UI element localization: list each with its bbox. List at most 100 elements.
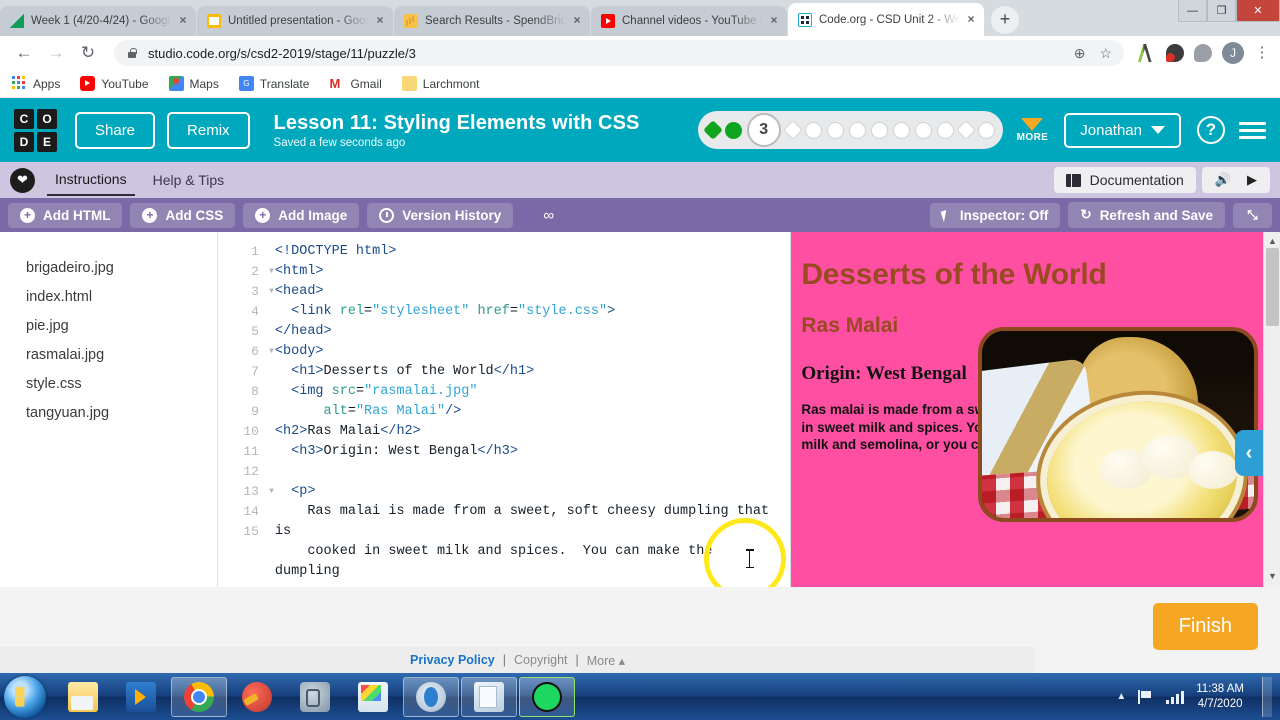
- browser-tab-2[interactable]: Search Results - SpendBridg ×: [394, 6, 590, 36]
- browser-tab-1[interactable]: Untitled presentation - Goog ×: [197, 6, 393, 36]
- tab-close-button[interactable]: ×: [964, 12, 978, 27]
- file-item-pie[interactable]: pie.jpg: [26, 312, 217, 341]
- taskbar-item-windows-explorer[interactable]: [55, 677, 111, 717]
- progress-bubble[interactable]: [826, 121, 844, 139]
- scroll-down-icon[interactable]: ▼: [1268, 571, 1277, 581]
- close-window-button[interactable]: ✕: [1236, 0, 1280, 22]
- tab-close-button[interactable]: ×: [176, 14, 190, 28]
- browser-tab-4-active[interactable]: Code.org - CSD Unit 2 - Web ×: [788, 3, 984, 36]
- file-item-index[interactable]: index.html: [26, 283, 217, 312]
- file-item-tangyuan[interactable]: tangyuan.jpg: [26, 399, 217, 428]
- fold-arrow-icon[interactable]: ▼: [269, 262, 274, 282]
- remix-button[interactable]: Remix: [167, 111, 250, 149]
- signal-bars-icon[interactable]: [1166, 690, 1185, 704]
- bookmark-translate[interactable]: G Translate: [238, 76, 309, 91]
- progress-bubble[interactable]: [870, 121, 888, 139]
- taskbar-item-paint[interactable]: [345, 677, 401, 717]
- collapse-preview-tab[interactable]: ‹: [1235, 430, 1263, 476]
- hamburger-menu-icon[interactable]: [1239, 121, 1266, 139]
- taskbar-item-spotify[interactable]: [519, 676, 575, 717]
- tab-close-button[interactable]: ×: [767, 14, 781, 28]
- share-button[interactable]: Share: [75, 111, 156, 149]
- fullscreen-button[interactable]: ⤡: [1233, 202, 1272, 228]
- progress-bubble-current[interactable]: 3: [746, 113, 781, 147]
- file-item-style[interactable]: style.css: [26, 370, 217, 399]
- copyright-link[interactable]: Copyright: [514, 653, 568, 667]
- inspector-button[interactable]: Inspector: Off: [929, 202, 1061, 228]
- bookmark-gmail[interactable]: M Gmail: [329, 76, 381, 91]
- privacy-policy-link[interactable]: Privacy Policy: [410, 653, 495, 667]
- taskbar-item-sound-device[interactable]: [287, 677, 343, 717]
- network-flag-icon[interactable]: [1138, 689, 1154, 704]
- bookmark-youtube[interactable]: YouTube: [80, 76, 149, 91]
- fold-arrow-icon[interactable]: ▼: [269, 482, 274, 502]
- bookmark-star-icon[interactable]: ☆: [1099, 45, 1112, 62]
- extension-b-icon[interactable]: [1166, 44, 1184, 62]
- fold-arrow-icon[interactable]: ▼: [269, 342, 274, 362]
- scroll-up-icon[interactable]: ▲: [1268, 236, 1277, 246]
- add-css-button[interactable]: + Add CSS: [130, 202, 236, 228]
- progress-bubble[interactable]: [936, 121, 954, 139]
- code-text[interactable]: <!DOCTYPE html> <html> <head> <link rel=…: [265, 232, 790, 587]
- more-link[interactable]: More ▴: [587, 653, 625, 668]
- collapse-toggle-icon[interactable]: ❤: [10, 167, 35, 193]
- minimize-button[interactable]: —: [1178, 0, 1207, 22]
- taskbar-clock[interactable]: 11:38 AM 4/7/2020: [1196, 682, 1244, 712]
- progress-bubble[interactable]: [892, 121, 910, 139]
- tab-instructions[interactable]: Instructions: [47, 164, 135, 196]
- bookmark-maps[interactable]: Maps: [168, 76, 219, 91]
- progress-bubble[interactable]: [848, 121, 866, 139]
- progress-bubble[interactable]: [977, 121, 995, 139]
- add-html-button[interactable]: + Add HTML: [8, 202, 123, 228]
- scrollbar-thumb[interactable]: [1266, 248, 1279, 326]
- tab-help-and-tips[interactable]: Help & Tips: [145, 165, 233, 195]
- fold-arrow-icon[interactable]: ▼: [269, 282, 274, 302]
- zoom-icon[interactable]: ⊕: [1074, 45, 1086, 62]
- start-button-icon[interactable]: [4, 675, 46, 718]
- version-history-button[interactable]: Version History: [367, 202, 514, 228]
- user-menu-button[interactable]: Jonathan: [1064, 112, 1181, 148]
- progress-bubble[interactable]: [955, 120, 976, 140]
- add-image-button[interactable]: + Add Image: [243, 202, 360, 228]
- speaker-icon[interactable]: 🔊: [1215, 172, 1231, 188]
- code-editor[interactable]: 1 2 ▼ 3 ▼ 4 5 6 ▼ 7 8 9 10 11 12 13 ▼ 14 15 …: [217, 232, 791, 587]
- more-levels-button[interactable]: MORE: [1017, 117, 1049, 143]
- progress-bubble[interactable]: [914, 121, 932, 139]
- codeorg-logo[interactable]: C O D E: [14, 108, 57, 152]
- show-hidden-icons[interactable]: ▲: [1116, 691, 1126, 702]
- address-bar[interactable]: studio.code.org/s/csd2-2019/stage/11/puz…: [114, 40, 1124, 66]
- reload-icon[interactable]: ↻: [74, 39, 102, 67]
- taskbar-item-opera[interactable]: [403, 676, 459, 717]
- bookmark-larchmont[interactable]: Larchmont: [401, 76, 479, 91]
- browser-tab-3[interactable]: Channel videos - YouTube S ×: [591, 6, 787, 36]
- play-icon[interactable]: ▶: [1247, 172, 1257, 188]
- tab-close-button[interactable]: ×: [570, 14, 584, 28]
- profile-avatar[interactable]: J: [1222, 42, 1244, 64]
- taskbar-item-ccleaner[interactable]: [229, 677, 285, 717]
- tab-close-button[interactable]: ×: [373, 14, 387, 28]
- taskbar-item-notepad[interactable]: [461, 676, 517, 717]
- maximize-button[interactable]: ❐: [1207, 0, 1236, 22]
- browser-tab-0[interactable]: Week 1 (4/20-4/24) - Google ×: [0, 6, 196, 36]
- bookmark-apps[interactable]: Apps: [12, 76, 60, 91]
- refresh-and-save-button[interactable]: ↻ Refresh and Save: [1068, 202, 1225, 228]
- chrome-menu-icon[interactable]: ⋮: [1254, 45, 1270, 60]
- taskbar-item-google-chrome[interactable]: [171, 676, 227, 717]
- progress-bubble[interactable]: [804, 121, 822, 139]
- file-item-rasmalai[interactable]: rasmalai.jpg: [26, 341, 217, 370]
- progress-bubble[interactable]: [702, 120, 723, 140]
- extension-a-icon[interactable]: [1138, 44, 1152, 62]
- file-item-brigadeiro[interactable]: brigadeiro.jpg: [26, 254, 217, 283]
- help-button[interactable]: ?: [1197, 116, 1225, 144]
- extension-c-icon[interactable]: [1194, 44, 1212, 62]
- forward-icon[interactable]: →: [42, 39, 70, 67]
- new-tab-button[interactable]: +: [991, 6, 1019, 34]
- taskbar-item-windows-media-player[interactable]: [113, 677, 169, 717]
- show-desktop-button[interactable]: [1262, 676, 1272, 717]
- preview-scrollbar[interactable]: ▲ ▼: [1263, 232, 1280, 587]
- progress-bubble[interactable]: [724, 121, 742, 139]
- finish-button[interactable]: Finish: [1152, 603, 1258, 650]
- link-icon[interactable]: ∞: [543, 207, 554, 224]
- back-icon[interactable]: ←: [10, 39, 38, 67]
- progress-bubble[interactable]: [782, 120, 803, 140]
